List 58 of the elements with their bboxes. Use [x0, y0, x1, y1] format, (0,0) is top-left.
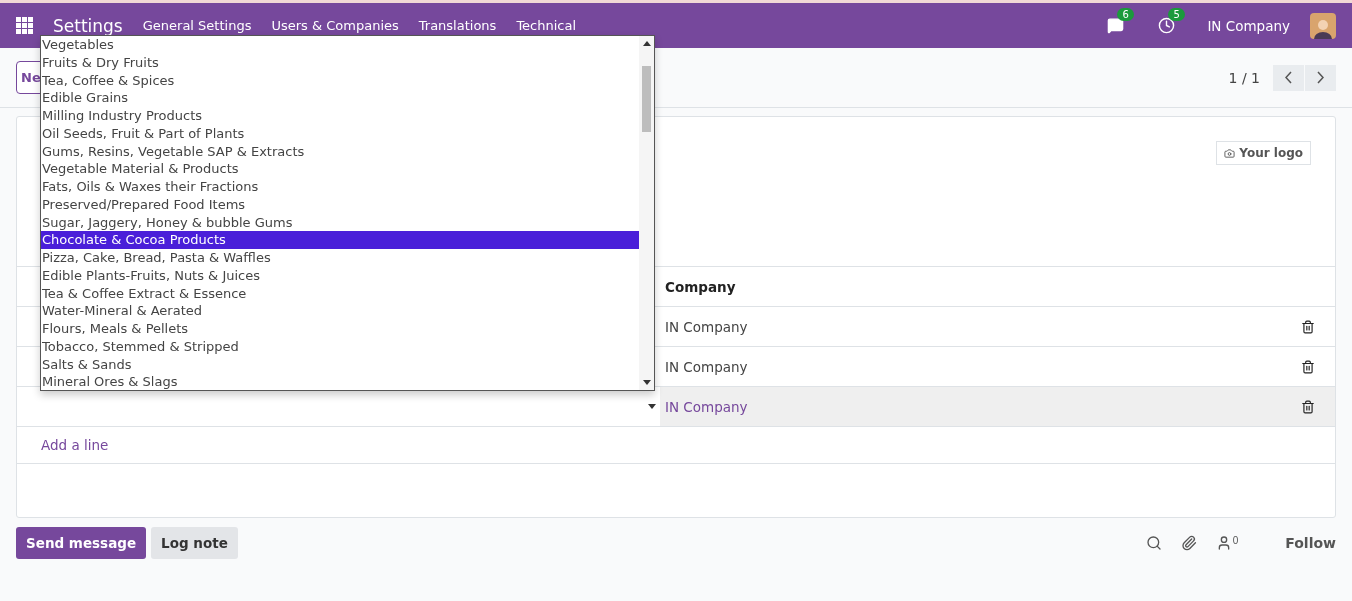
- table-row[interactable]: IN Company: [660, 387, 1335, 426]
- dropdown-option[interactable]: Flours, Meals & Pellets: [41, 320, 639, 338]
- dropdown-option[interactable]: Mineral Ores & Slags: [41, 373, 639, 391]
- dropdown-option[interactable]: Tobacco, Stemmed & Stripped: [41, 337, 639, 356]
- dropdown-option[interactable]: Vegetable Material & Products: [41, 160, 639, 178]
- send-message-button[interactable]: Send message: [16, 527, 147, 559]
- camera-icon: [1224, 147, 1236, 159]
- table-row[interactable]: IN Company: [660, 347, 1335, 386]
- scrollbar-thumb[interactable]: [642, 66, 651, 132]
- menu-item[interactable]: General Settings: [142, 18, 252, 33]
- previous-button[interactable]: [1273, 64, 1304, 91]
- dropdown-option[interactable]: Water-Mineral & Aerated: [41, 302, 639, 320]
- user-avatar[interactable]: [1310, 12, 1336, 39]
- pager-value[interactable]: 1 / 1: [1228, 69, 1260, 86]
- follow-button[interactable]: Follow: [1285, 535, 1336, 551]
- dropdown-option[interactable]: Vegetables: [41, 36, 639, 54]
- message-count: 6: [1117, 8, 1134, 21]
- dropdown-option[interactable]: Pizza, Cake, Bread, Pasta & Waffles: [41, 249, 639, 267]
- delete-icon[interactable]: [1301, 319, 1315, 334]
- attachment-button[interactable]: [1180, 535, 1197, 551]
- dropdown-option[interactable]: Gums, Resins, Vegetable SAP & Extracts: [41, 142, 639, 161]
- logo-button[interactable]: Your logo: [1216, 141, 1311, 165]
- apps-grid-icon[interactable]: [16, 17, 33, 34]
- activity-count: 5: [1168, 8, 1185, 21]
- app-title[interactable]: Settings: [53, 15, 123, 36]
- dropdown-caret-icon[interactable]: [648, 404, 656, 409]
- next-button[interactable]: [1305, 64, 1336, 91]
- dropdown-option[interactable]: Salts & Sands: [41, 355, 639, 374]
- table-cell-text: IN Company: [665, 358, 749, 375]
- dropdown-option[interactable]: Oil Seeds, Fruit & Part of Plants: [41, 124, 639, 143]
- table-cell-text: IN Company: [665, 318, 749, 335]
- menu-item[interactable]: Users & Companies: [271, 18, 399, 33]
- search-button[interactable]: [1145, 535, 1162, 551]
- company-switcher[interactable]: IN Company: [1207, 17, 1290, 34]
- chevron-left-icon: [1285, 71, 1292, 84]
- scroll-up-icon[interactable]: [642, 41, 651, 46]
- dropdown-option[interactable]: Edible Plants-Fruits, Nuts & Juices: [41, 266, 639, 285]
- scrollbar[interactable]: [639, 36, 654, 390]
- delete-icon[interactable]: [1301, 399, 1315, 414]
- scroll-down-icon[interactable]: [642, 380, 651, 385]
- followers-button[interactable]: 0: [1215, 535, 1239, 551]
- menu-item[interactable]: Translations: [418, 18, 497, 33]
- column-header[interactable]: Company: [665, 278, 736, 295]
- log-note-button[interactable]: Log note: [151, 527, 238, 559]
- delete-icon[interactable]: [1301, 359, 1315, 374]
- dropdown-option[interactable]: Tea & Coffee Extract & Essence: [41, 284, 639, 303]
- chat-icon[interactable]: [1107, 17, 1125, 34]
- menu-item[interactable]: Technical: [516, 18, 577, 33]
- dropdown-option[interactable]: Sugar, Jaggery, Honey & bubble Gums: [41, 213, 639, 232]
- dropdown-option[interactable]: Chocolate & Cocoa Products: [41, 231, 639, 249]
- table-row[interactable]: IN Company: [660, 307, 1335, 346]
- dropdown-option[interactable]: Preserved/Prepared Food Items: [41, 195, 639, 214]
- add-line-link[interactable]: Add a line: [41, 437, 109, 453]
- chevron-right-icon: [1317, 71, 1324, 84]
- table-cell-text: IN Company: [665, 398, 749, 415]
- dropdown-option[interactable]: Milling Industry Products: [41, 107, 639, 125]
- clock-icon[interactable]: [1158, 17, 1176, 34]
- dropdown-option[interactable]: Fats, Oils & Waxes their Fractions: [41, 178, 639, 196]
